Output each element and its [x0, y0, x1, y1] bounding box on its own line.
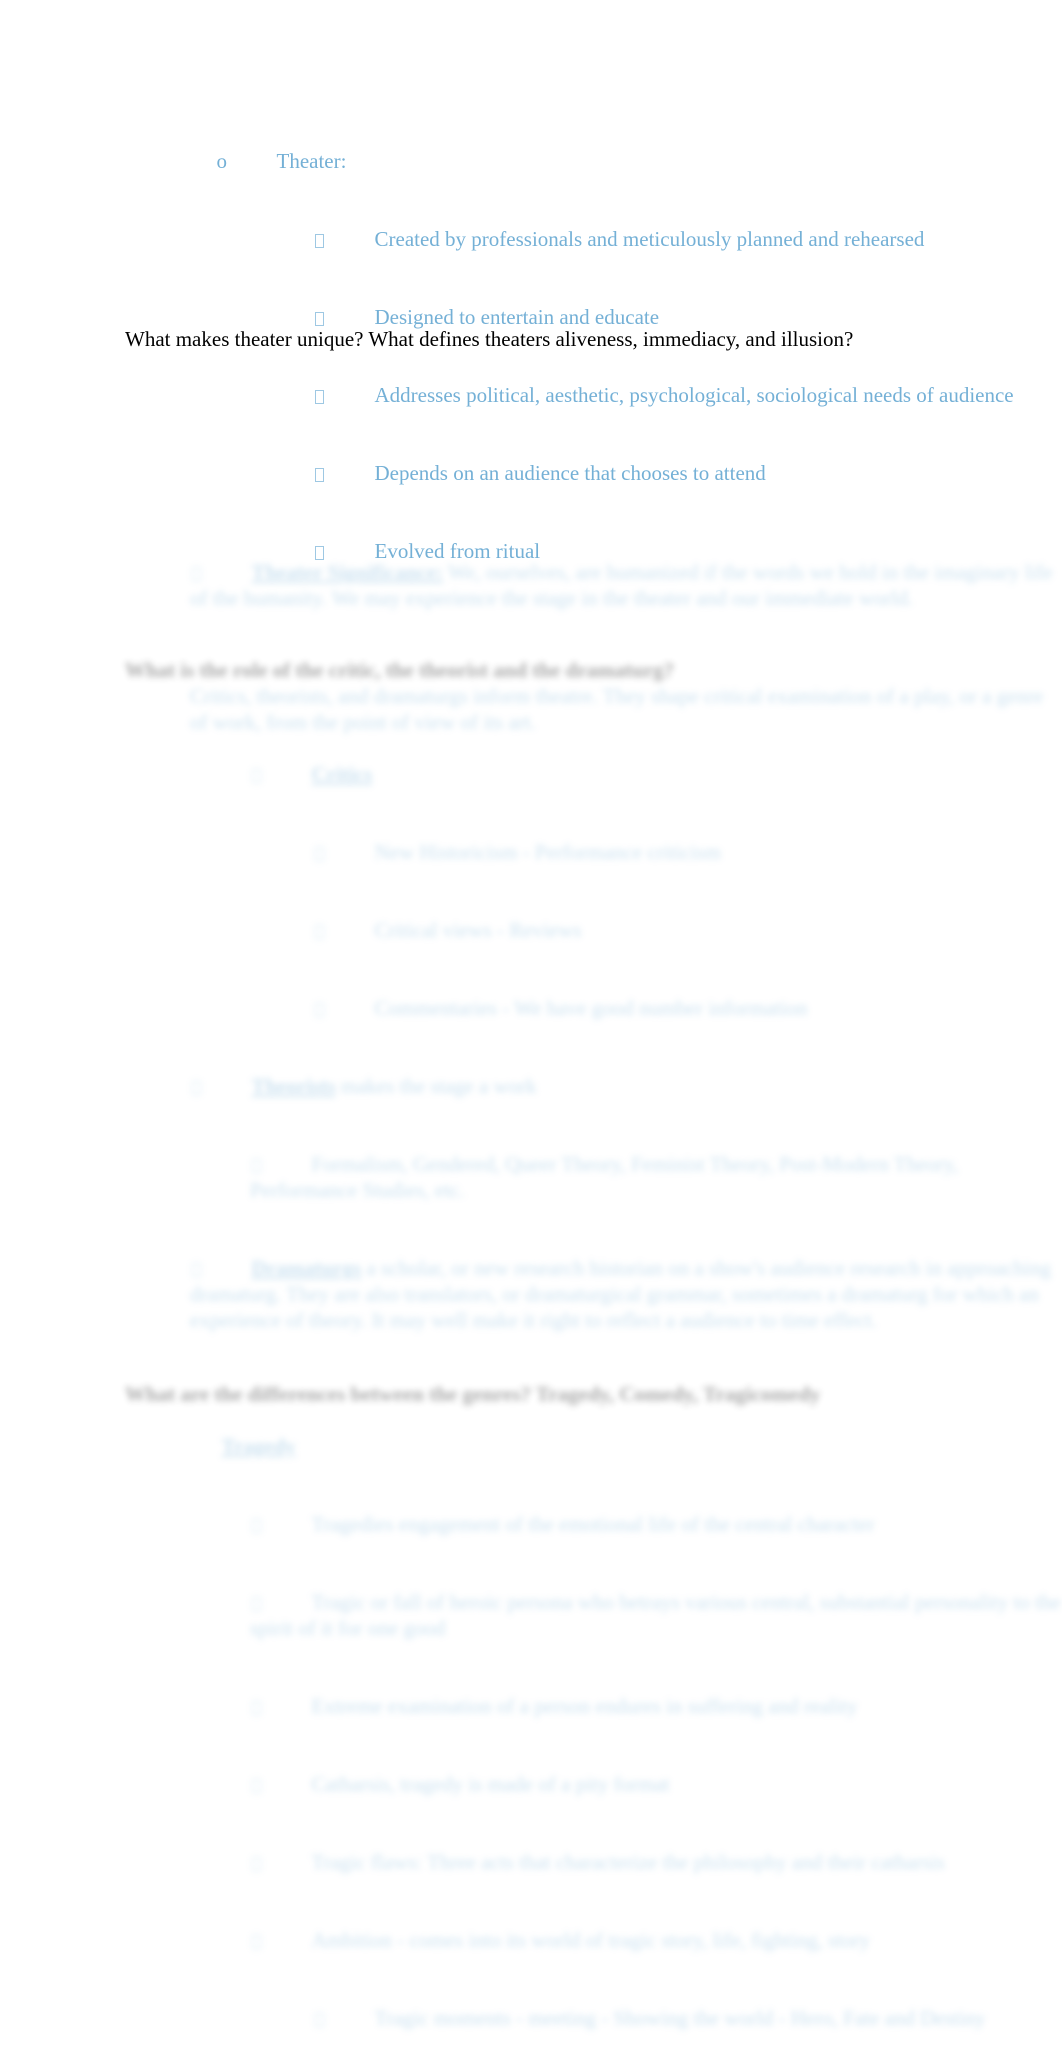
faded-subblock-critics: Critics — [0, 735, 1062, 813]
faded-lower-block: Theater Significance: We, ourselves, are… — [0, 533, 1062, 2057]
faded-tragedy-child: Catharsis, tragedy is made of a pity for… — [0, 1745, 1062, 1823]
question-text: What makes theater unique? What defines … — [125, 327, 854, 351]
box-glyph-icon — [251, 1693, 312, 1719]
faded-critics-child: Commentaries - We have good number infor… — [0, 969, 1062, 1047]
faded-tragedy-child-label: Ambition - comes into its world of tragi… — [311, 1928, 871, 1952]
outline-subitem: Created by professionals and meticulousl… — [0, 200, 1062, 278]
box-glyph-icon — [251, 1511, 312, 1537]
box-glyph-icon — [251, 1589, 312, 1615]
faded-heading-1-paragraph: Critics, theorists, and dramaturgs infor… — [190, 684, 1049, 734]
box-glyph-icon — [314, 2005, 375, 2031]
outline-subitem-label: Addresses political, aesthetic, psycholo… — [374, 383, 1014, 407]
question-line-block: What makes theater unique? What defines … — [0, 326, 1062, 352]
faded-tragedy-child-label: Tragedies engagement of the emotional li… — [311, 1512, 875, 1536]
faded-critics-child-label: Critical views - Reviews — [374, 918, 582, 942]
box-glyph-icon — [251, 1927, 312, 1953]
box-glyph-icon — [191, 1073, 252, 1099]
outline-subitem: Addresses political, aesthetic, psycholo… — [0, 356, 1062, 434]
faded-tragedy-child: Tragic or fall of heroic persona who bet… — [0, 1563, 1062, 1667]
faded-critics-child-label: Commentaries - We have good number infor… — [374, 996, 808, 1020]
faded-tragedy-child: Tragedies engagement of the emotional li… — [0, 1485, 1062, 1563]
faded-tragedy-child-label: Catharsis, tragedy is made of a pity for… — [311, 1772, 670, 1796]
faded-term-theorists: Theorists — [251, 1074, 336, 1098]
outline-subitem-label: Created by professionals and meticulousl… — [374, 227, 925, 251]
faded-tragedy-child-label: Tragic or fall of heroic persona who bet… — [250, 1590, 1061, 1640]
box-glyph-icon — [314, 917, 375, 943]
box-glyph-icon — [251, 1771, 312, 1797]
box-glyph-icon — [251, 1849, 312, 1875]
circle-bullet-marker: o — [216, 149, 228, 173]
faded-tragedy-child-label: Tragic flaws: Three acts that characteri… — [311, 1850, 945, 1874]
faded-critics-child-label: New Historicism - Performance criticism — [374, 840, 721, 864]
faded-subblock-theorists: Theorists makes the stage a work — [0, 1047, 1062, 1125]
faded-subblock-dramaturgs: Dramaturgs a scholar, or new research hi… — [0, 1229, 1062, 1359]
outline-subitem: Depends on an audience that chooses to a… — [0, 434, 1062, 512]
box-glyph-icon — [314, 460, 375, 486]
faded-tragedy-grandchild-label: Tragic moments - meeting - Showing the w… — [374, 2006, 986, 2030]
faded-tragedy-child: Extreme examination of a person endures … — [0, 1667, 1062, 1745]
box-glyph-icon — [314, 382, 375, 408]
faded-heading-critic-theorist-dramaturg: What is the role of the critic, the theo… — [125, 658, 675, 682]
box-glyph-icon — [191, 1255, 252, 1281]
faded-heading-genres: What are the differences between the gen… — [125, 1382, 821, 1406]
box-glyph-icon — [314, 226, 375, 252]
box-glyph-icon — [314, 995, 375, 1021]
faded-tragedy-child: Tragic flaws: Three acts that characteri… — [0, 1823, 1062, 1901]
faded-term-tragedy: Tragedy — [221, 1434, 296, 1458]
box-glyph-icon — [314, 839, 375, 865]
faded-theorists-child-label: Formalism, Gendered, Queer Theory, Femin… — [250, 1152, 964, 1202]
faded-critics-child: Critical views - Reviews — [0, 891, 1062, 969]
faded-tragedy-grandchild: Tragic moments - meeting - Showing the w… — [0, 1979, 1062, 2057]
outline-item-theater: o Theater: — [0, 122, 1062, 200]
top-outline-block: o Theater: Created by professionals and m… — [0, 122, 1062, 590]
faded-genre-term: Tragedy — [0, 1407, 1062, 1485]
box-glyph-icon — [251, 1151, 312, 1177]
document-page: o Theater: Created by professionals and m… — [0, 0, 1062, 2030]
faded-text-theorists: makes the stage a work — [335, 1074, 537, 1098]
outline-subitem-label: Depends on an audience that chooses to a… — [374, 461, 766, 485]
faded-tragedy-child: Ambition - comes into its world of tragi… — [0, 1901, 1062, 1979]
faded-critics-child: New Historicism - Performance criticism — [0, 813, 1062, 891]
box-glyph-icon — [191, 559, 252, 585]
outline-item-theater-label: Theater: — [276, 149, 347, 173]
faded-tragedy-child-label: Extreme examination of a person endures … — [311, 1694, 858, 1718]
faded-theater-significance-item: Theater Significance: We, ourselves, are… — [0, 533, 1062, 637]
box-glyph-icon — [251, 761, 312, 787]
faded-term-theater-significance: Theater Significance: — [251, 560, 444, 584]
faded-theorists-child: Formalism, Gendered, Queer Theory, Femin… — [0, 1125, 1062, 1229]
faded-term-dramaturgs: Dramaturgs — [251, 1256, 362, 1280]
faded-term-critics: Critics — [311, 762, 373, 786]
